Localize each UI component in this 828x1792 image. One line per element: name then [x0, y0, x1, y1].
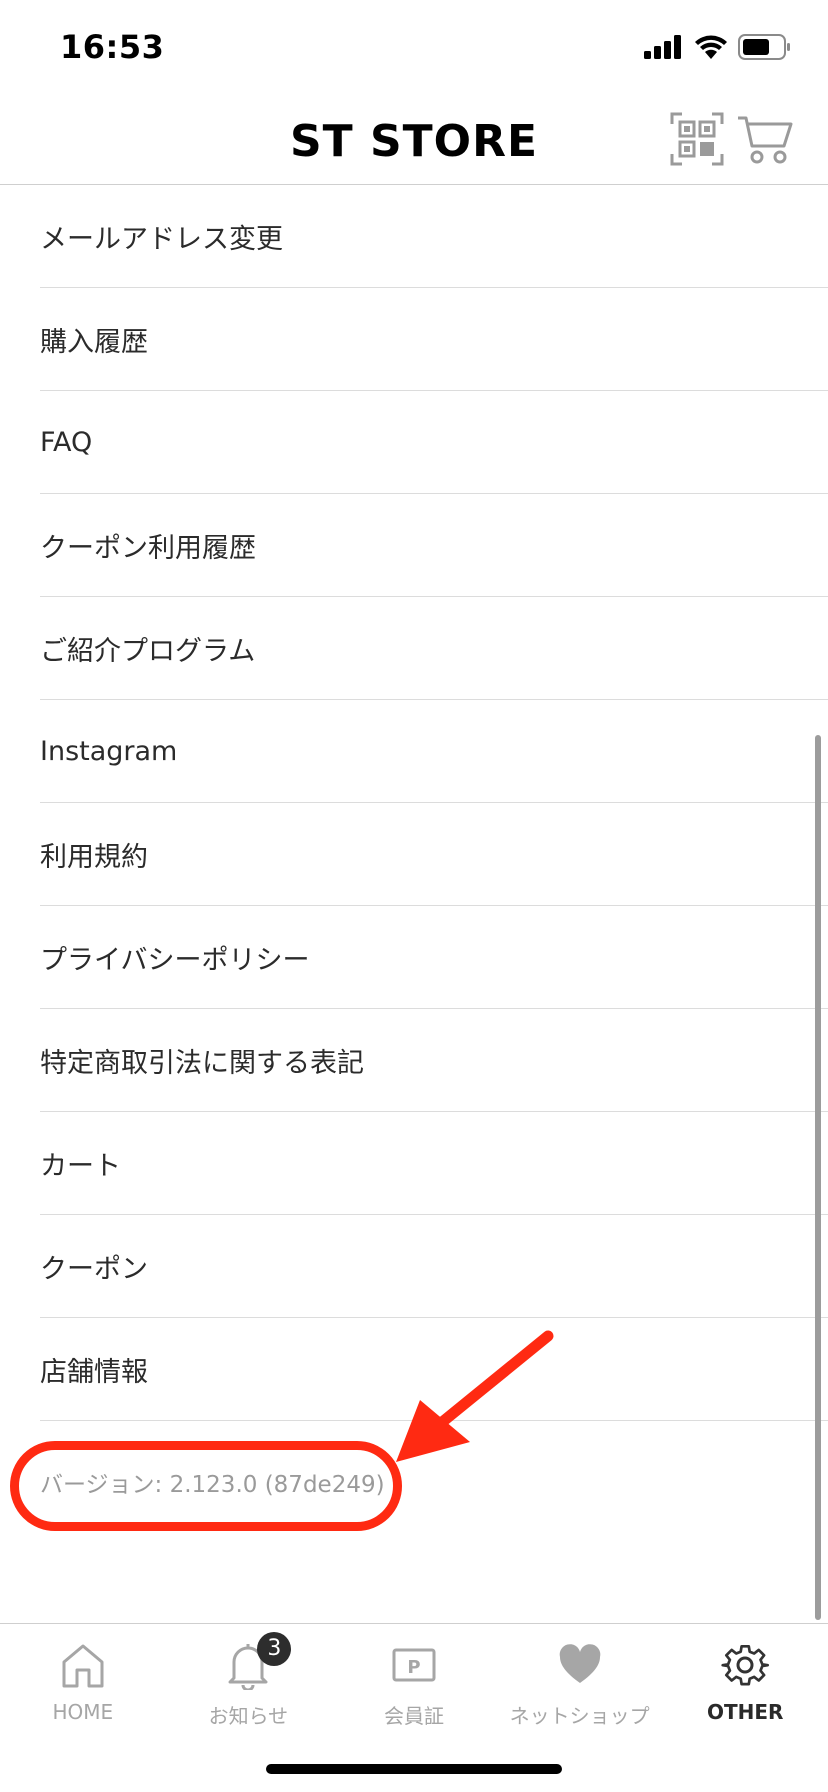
tab-online-shop[interactable]: ネットショップ	[497, 1624, 663, 1734]
svg-text:P: P	[407, 1657, 420, 1678]
cart-button[interactable]	[736, 112, 794, 166]
settings-menu: メールアドレス変更 購入履歴 FAQ クーポン利用履歴 ご紹介プログラム Ins…	[0, 185, 828, 1421]
menu-item-label: プライバシーポリシー	[40, 944, 310, 976]
status-time: 16:53	[60, 28, 165, 66]
menu-item-coupon-history[interactable]: クーポン利用履歴	[40, 494, 828, 597]
scrollbar[interactable]	[815, 735, 821, 1620]
menu-item-privacy-policy[interactable]: プライバシーポリシー	[40, 906, 828, 1009]
battery-icon	[738, 34, 790, 60]
tab-member-card[interactable]: P 会員証	[331, 1624, 497, 1734]
tab-label: 会員証	[383, 1704, 444, 1728]
menu-item-referral-program[interactable]: ご紹介プログラム	[40, 597, 828, 700]
tab-notifications[interactable]: 3 お知らせ	[166, 1624, 332, 1734]
tab-label: HOME	[52, 1700, 114, 1724]
tab-label: ネットショップ	[509, 1704, 650, 1728]
menu-item-label: 購入履歴	[40, 326, 148, 358]
status-icons	[644, 34, 792, 60]
menu-item-label: 店舗情報	[40, 1356, 148, 1388]
annotation-arrow	[396, 1330, 554, 1462]
home-indicator	[266, 1764, 562, 1774]
menu-item-label: ご紹介プログラム	[40, 635, 256, 667]
home-icon	[58, 1640, 108, 1690]
app-header: ST STORE	[0, 100, 828, 185]
status-bar: 16:53	[0, 0, 828, 100]
heart-icon	[555, 1640, 605, 1690]
menu-item-label: Instagram	[40, 735, 178, 767]
tab-bar: HOME 3 お知らせ P 会員証 ネットショップ OTHER	[0, 1623, 828, 1734]
tab-label: お知らせ	[208, 1704, 289, 1728]
menu-item-label: クーポン利用履歴	[40, 532, 256, 564]
menu-item-purchase-history[interactable]: 購入履歴	[40, 288, 828, 391]
menu-item-commercial-law[interactable]: 特定商取引法に関する表記	[40, 1009, 828, 1112]
menu-item-label: FAQ	[40, 426, 93, 458]
menu-item-instagram[interactable]: Instagram	[40, 700, 828, 803]
cart-icon	[738, 116, 793, 164]
menu-item-coupon[interactable]: クーポン	[40, 1215, 828, 1318]
menu-item-label: メールアドレス変更	[40, 223, 283, 255]
menu-item-label: カート	[40, 1150, 121, 1182]
qr-code-button[interactable]	[670, 112, 724, 166]
wifi-icon	[695, 35, 727, 59]
menu-item-faq[interactable]: FAQ	[40, 391, 828, 494]
tab-label: OTHER	[706, 1700, 784, 1724]
tab-other[interactable]: OTHER	[662, 1624, 828, 1734]
menu-item-label: 利用規約	[40, 841, 148, 873]
tab-home[interactable]: HOME	[0, 1624, 166, 1734]
menu-item-cart[interactable]: カート	[40, 1112, 828, 1215]
qr-code-icon	[670, 112, 724, 166]
signal-icon	[644, 35, 681, 59]
member-card-icon: P	[389, 1640, 439, 1690]
menu-item-label: 特定商取引法に関する表記	[40, 1047, 364, 1079]
menu-item-label: クーポン	[40, 1253, 148, 1285]
menu-item-email-change[interactable]: メールアドレス変更	[40, 185, 828, 288]
menu-item-terms[interactable]: 利用規約	[40, 803, 828, 906]
gear-icon	[720, 1640, 770, 1690]
bell-icon: 3	[223, 1632, 292, 1692]
notification-badge: 3	[257, 1632, 292, 1666]
annotation-highlight-ring	[10, 1441, 402, 1531]
